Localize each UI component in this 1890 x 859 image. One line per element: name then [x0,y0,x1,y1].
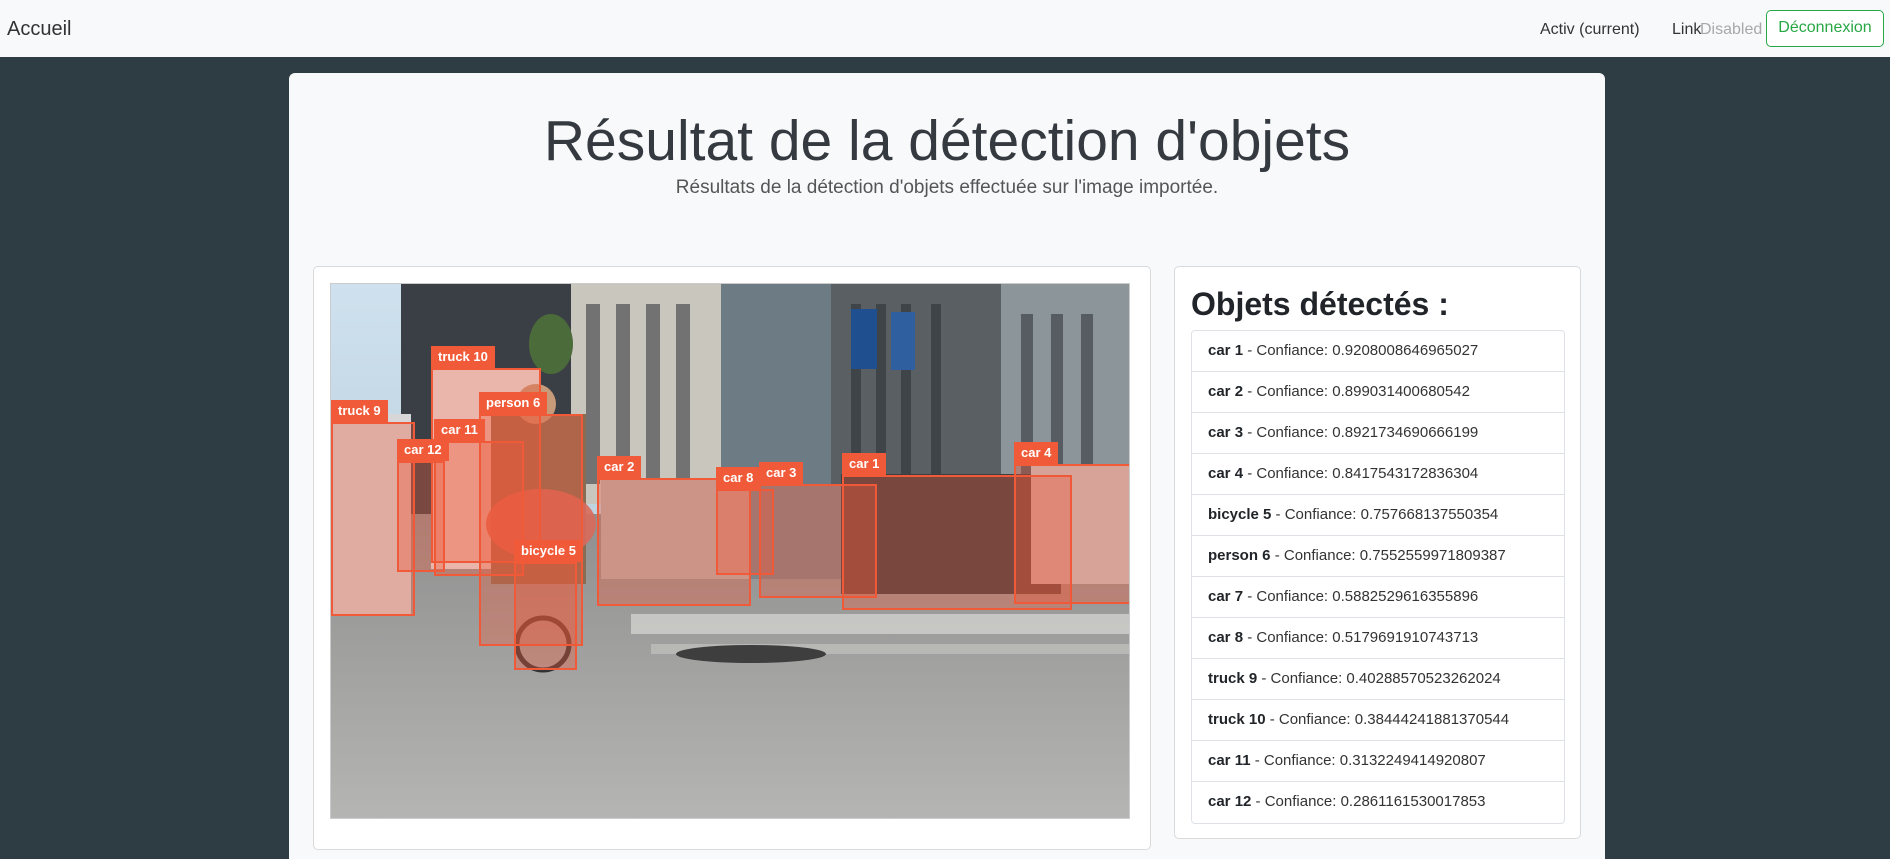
detections-panel: Objets détectés : car 1 - Confiance: 0.9… [1174,266,1581,839]
nav-link-link[interactable]: Link [1672,20,1701,39]
confidence-value: 0.8417543172836304 [1332,465,1479,482]
detection-name: person 6 [1208,547,1271,564]
confidence-prefix: - Confiance: [1257,670,1347,687]
list-item: person 6 - Confiance: 0.7552559971809387 [1192,536,1564,577]
confidence-prefix: - Confiance: [1243,588,1333,605]
confidence-prefix: - Confiance: [1243,424,1333,441]
top-navbar: Accueil Activ (current) Link Disabled Dé… [0,0,1890,57]
confidence-value: 0.5179691910743713 [1332,629,1479,646]
confidence-value: 0.5882529616355896 [1332,588,1479,605]
brand-link[interactable]: Accueil [7,17,71,41]
detection-label: bicycle 5 [514,540,583,562]
detection-box: car 12 [397,439,449,572]
confidence-prefix: - Confiance: [1265,711,1355,728]
confidence-value: 0.2861161530017853 [1340,793,1486,810]
detection-name: car 2 [1208,383,1244,400]
confidence-prefix: - Confiance: [1243,629,1333,646]
confidence-prefix: - Confiance: [1243,342,1333,359]
confidence-prefix: - Confiance: [1271,506,1361,523]
list-item: car 11 - Confiance: 0.3132249414920807 [1192,741,1564,782]
page-title: Résultat de la détection d'objets [543,109,1351,173]
detection-name: bicycle 5 [1208,506,1272,523]
image-panel: truck 10 person 6 truck 9 car 11 car 12 … [313,266,1151,850]
detections-title: Objets détectés : [1191,286,1449,322]
list-item: car 2 - Confiance: 0.899031400680542 [1192,372,1564,413]
confidence-value: 0.3132249414920807 [1339,752,1486,769]
detection-label: car 8 [716,467,761,489]
detection-name: car 12 [1208,793,1252,810]
detection-name: car 4 [1208,465,1244,482]
detection-image: truck 10 person 6 truck 9 car 11 car 12 … [330,283,1130,819]
detection-label: car 4 [1014,442,1059,464]
logout-button[interactable]: Déconnexion [1766,10,1884,47]
detection-name: car 11 [1208,752,1251,769]
detection-name: car 7 [1208,588,1244,605]
nav-link-active[interactable]: Activ (current) [1540,20,1640,39]
confidence-value: 0.757668137550354 [1360,506,1499,523]
confidence-value: 0.7552559971809387 [1359,547,1506,564]
list-item: car 12 - Confiance: 0.2861161530017853 [1192,782,1564,823]
list-item: truck 9 - Confiance: 0.40288570523262024 [1192,659,1564,700]
detection-label: car 12 [397,439,449,461]
detection-name: car 3 [1208,424,1244,441]
list-item: truck 10 - Confiance: 0.3844424188137054… [1192,700,1564,741]
page-subtitle: Résultats de la détection d'objets effec… [675,177,1219,198]
confidence-prefix: - Confiance: [1250,752,1340,769]
detection-name: car 8 [1208,629,1244,646]
detection-label: truck 9 [331,400,388,422]
list-item: car 3 - Confiance: 0.8921734690666199 [1192,413,1564,454]
list-item: bicycle 5 - Confiance: 0.757668137550354 [1192,495,1564,536]
detection-box: car 4 [1014,442,1129,604]
detection-label: truck 10 [431,346,495,368]
list-item: car 1 - Confiance: 0.9208008646965027 [1192,331,1564,372]
list-item: car 7 - Confiance: 0.5882529616355896 [1192,577,1564,618]
confidence-value: 0.40288570523262024 [1346,670,1501,687]
confidence-prefix: - Confiance: [1243,465,1333,482]
confidence-value: 0.38444241881370544 [1354,711,1510,728]
confidence-value: 0.8921734690666199 [1332,424,1479,441]
list-item: car 4 - Confiance: 0.8417543172836304 [1192,454,1564,495]
confidence-prefix: - Confiance: [1251,793,1341,810]
detection-label: car 2 [597,456,642,478]
list-item: car 8 - Confiance: 0.5179691910743713 [1192,618,1564,659]
detection-label: car 11 [434,419,485,441]
detection-label: person 6 [479,392,548,414]
detection-box: car 11 [434,419,524,576]
nav-link-disabled: Disabled [1700,21,1763,38]
confidence-value: 0.899031400680542 [1332,383,1470,400]
detections-list: car 1 - Confiance: 0.9208008646965027 car… [1191,330,1565,824]
detection-label: car 3 [759,462,804,484]
detection-box: bicycle 5 [514,540,583,670]
confidence-prefix: - Confiance: [1243,383,1333,400]
confidence-value: 0.9208008646965027 [1332,342,1479,359]
detection-label: car 1 [842,453,887,475]
detection-name: truck 9 [1208,670,1258,687]
confidence-prefix: - Confiance: [1270,547,1360,564]
result-card: Résultat de la détection d'objets Résult… [289,73,1605,859]
detection-name: truck 10 [1208,711,1266,728]
detection-name: car 1 [1208,342,1244,359]
